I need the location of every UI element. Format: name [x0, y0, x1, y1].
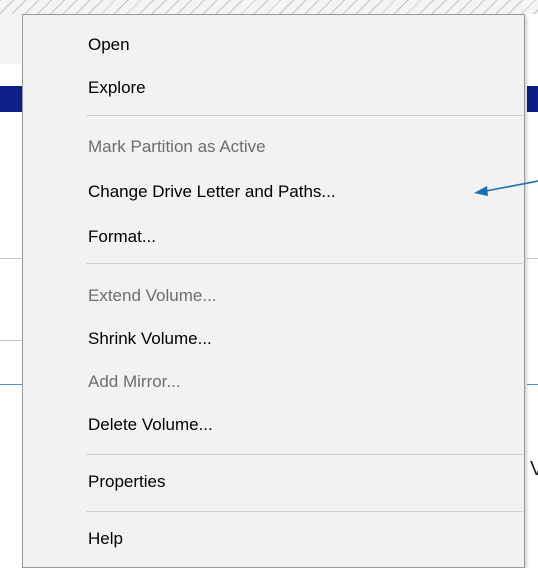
background-text-fragment: V [530, 458, 538, 480]
menu-item-change-drive-letter[interactable]: Change Drive Letter and Paths... [26, 175, 522, 209]
background-selected-row-right [527, 86, 538, 112]
context-menu: Open Explore Mark Partition as Active Ch… [22, 14, 525, 568]
menu-item-mark-partition-active: Mark Partition as Active [88, 137, 266, 156]
background-divider [527, 258, 538, 259]
background-divider [0, 258, 22, 259]
menu-item-open[interactable]: Open [26, 28, 522, 62]
background-divider-blue [0, 384, 22, 385]
background-divider [0, 340, 22, 341]
menu-item-add-mirror: Add Mirror... [88, 372, 181, 391]
menu-item-properties[interactable]: Properties [26, 465, 522, 499]
background-divider-blue [527, 384, 538, 385]
menu-separator [86, 115, 523, 116]
background-selected-row-left [0, 86, 22, 112]
menu-separator [86, 263, 523, 264]
menu-separator [86, 511, 523, 512]
menu-item-format[interactable]: Format... [26, 220, 522, 254]
menu-item-delete-volume[interactable]: Delete Volume... [26, 408, 522, 442]
menu-separator [86, 454, 523, 455]
arrow-left-icon [474, 180, 538, 196]
background-window-hatch [0, 0, 538, 14]
background-window-edge [0, 14, 23, 64]
menu-item-shrink-volume[interactable]: Shrink Volume... [26, 322, 522, 356]
menu-item-help[interactable]: Help [26, 522, 522, 556]
menu-item-explore[interactable]: Explore [26, 71, 522, 105]
menu-item-extend-volume: Extend Volume... [88, 286, 217, 305]
